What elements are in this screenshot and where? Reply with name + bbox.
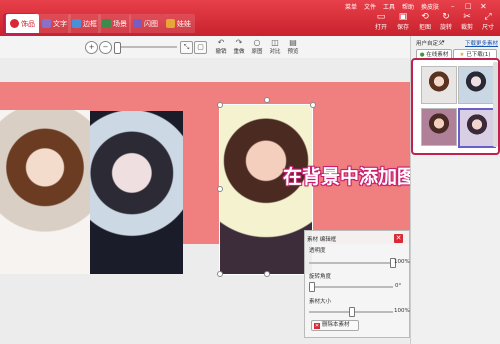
rotate-angle-slider[interactable] — [309, 286, 393, 288]
save-button[interactable]: ▣ 保存 — [391, 12, 415, 34]
menu-skin[interactable]: 换皮肤 — [421, 2, 439, 11]
rotate-angle-value: 0° — [395, 283, 402, 289]
zoom-out-icon[interactable]: − — [99, 41, 112, 54]
undo-icon: ↶ — [217, 38, 225, 47]
close-icon[interactable]: ✕ — [480, 2, 487, 11]
rotate-angle-handle[interactable] — [309, 282, 315, 292]
material-thumbnail[interactable] — [421, 108, 457, 146]
compare-button[interactable]: ◫ 对比 — [266, 38, 284, 55]
tab-accessories[interactable]: 饰品 — [6, 14, 39, 33]
zoom-in-icon[interactable]: + — [85, 41, 98, 54]
redo-button[interactable]: ↷ 重做 — [230, 38, 248, 55]
rotate-angle-label: 旋转角度 — [309, 274, 332, 280]
open-button[interactable]: ▭ 打开 — [369, 12, 393, 34]
transparency-value: 100% — [394, 259, 410, 265]
fit-window-icon[interactable]: ⤡ — [180, 41, 193, 54]
photo-girl-left — [0, 110, 90, 274]
delete-material-button[interactable]: ✕ 删除本素材 — [311, 320, 359, 331]
size-value: 100% — [394, 308, 410, 314]
doll-icon — [166, 19, 175, 28]
maximize-icon[interactable]: □ — [465, 2, 472, 10]
edit-panel-title: 素材 编辑框 — [307, 237, 337, 243]
close-icon[interactable]: ✕ — [394, 234, 403, 243]
photo-girl-middle — [90, 111, 183, 274]
redo-icon: ↷ — [235, 38, 243, 47]
menu-help[interactable]: 帮助 — [402, 2, 414, 11]
resize-icon: ⤢ — [484, 12, 492, 22]
size-handle[interactable] — [349, 307, 355, 317]
download-more-link[interactable]: 下载更多素材 — [465, 39, 498, 47]
heart-icon — [10, 19, 19, 28]
actual-size-icon[interactable]: ▢ — [194, 41, 207, 54]
menu-main[interactable]: 菜单 — [345, 2, 357, 11]
resize-handle-bl[interactable] — [217, 271, 223, 277]
menu-file[interactable]: 文件 — [364, 2, 376, 11]
resize-handle-tr[interactable] — [310, 102, 316, 108]
resize-handle-bm[interactable] — [264, 271, 270, 277]
photo-girl-selected[interactable] — [219, 104, 313, 275]
flash-icon — [133, 19, 142, 28]
original-button[interactable]: ○ 原图 — [248, 38, 266, 55]
size-label: 素材大小 — [309, 299, 332, 305]
tab-doll[interactable]: 娃娃 — [162, 14, 195, 33]
material-thumbnail[interactable] — [458, 66, 494, 104]
preview-button[interactable]: ▤ 预览 — [284, 38, 302, 55]
material-thumbnail-selected[interactable] — [458, 108, 496, 148]
folder-icon: ▭ — [376, 12, 386, 22]
save-icon: ▣ — [398, 12, 408, 22]
resize-button[interactable]: ⤢ 尺寸 — [476, 12, 500, 34]
undo-button[interactable]: ↶ 撤销 — [212, 38, 230, 55]
text-icon — [42, 19, 51, 28]
delete-icon: ✕ — [314, 322, 320, 329]
minimize-icon[interactable]: – — [451, 2, 455, 10]
thumbnail-scrollbar[interactable] — [493, 62, 498, 147]
menu-tools[interactable]: 工具 — [383, 2, 395, 11]
tab-flash[interactable]: 闪图 — [129, 14, 162, 33]
rotate-handle[interactable] — [264, 97, 270, 103]
user-defined-dropdown[interactable]: 用户自定义 — [416, 39, 444, 47]
transparency-label: 透明度 — [309, 248, 326, 254]
zoom-slider-handle[interactable] — [114, 42, 121, 54]
resize-handle-ml[interactable] — [217, 186, 223, 192]
material-thumbnail[interactable] — [421, 66, 457, 104]
transparency-slider[interactable] — [309, 262, 393, 264]
zoom-slider[interactable] — [115, 46, 177, 48]
tab-text[interactable]: 文字 — [38, 14, 71, 33]
compare-icon: ◫ — [271, 38, 279, 47]
tab-frame[interactable]: 边框 — [68, 14, 101, 33]
tab-scene[interactable]: 场景 — [98, 14, 131, 33]
scene-icon — [102, 19, 111, 28]
original-icon: ○ — [253, 38, 261, 47]
chevron-down-icon[interactable]: ▾ — [442, 39, 445, 45]
preview-icon: ▤ — [289, 38, 297, 47]
frame-icon — [72, 19, 81, 28]
resize-handle-tl[interactable] — [217, 102, 223, 108]
